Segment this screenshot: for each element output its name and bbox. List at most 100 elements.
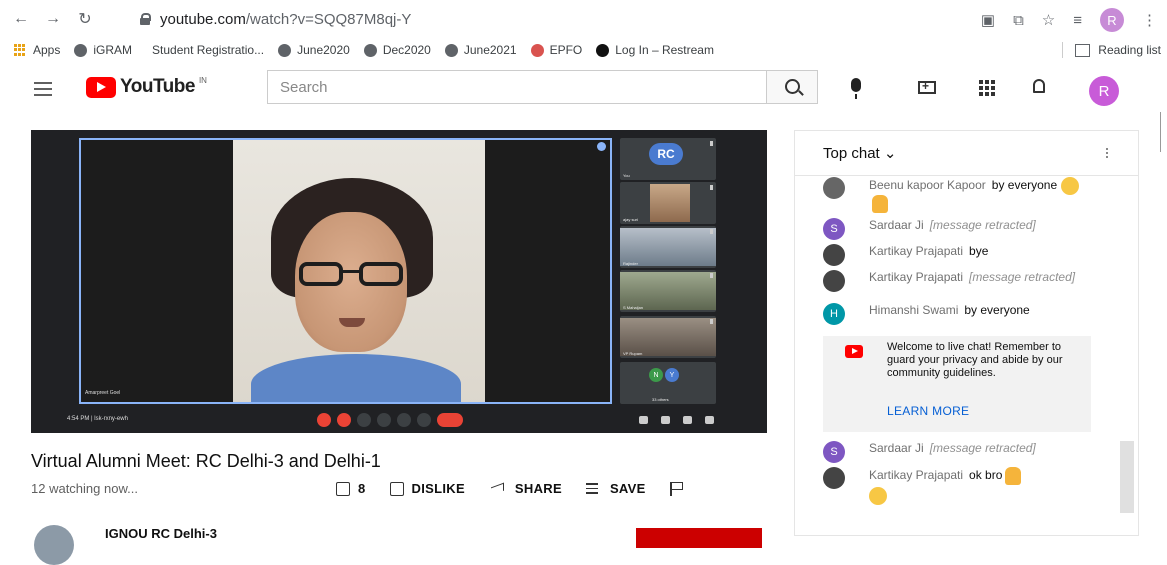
user-avatar <box>823 177 845 199</box>
like-button[interactable]: 8 <box>336 481 366 496</box>
video-title: Virtual Alumni Meet: RC Delhi-3 and Delh… <box>31 451 381 471</box>
more-options-button[interactable] <box>417 413 431 427</box>
chat-message: S Sardaar Ji [message retracted] <box>823 218 1093 240</box>
info-icon[interactable] <box>639 416 648 424</box>
reading-list-icon <box>1075 43 1091 57</box>
bookmark-student-registration[interactable]: Student Registratio... <box>152 43 264 57</box>
channel-avatar[interactable] <box>34 525 74 565</box>
participant-tile: S Mahaijan <box>620 270 716 312</box>
participant-tile: ajay suri <box>620 182 716 224</box>
epfo-icon <box>530 43 544 57</box>
microphone-icon[interactable] <box>851 78 861 99</box>
top-chat-dropdown[interactable]: Top chat ⌄ <box>823 144 896 162</box>
user-avatar <box>823 467 845 489</box>
globe-icon <box>444 43 458 57</box>
chat-message: Kartikay Prajapati [message retracted] <box>823 270 1093 292</box>
subscribe-button[interactable] <box>636 528 762 548</box>
bookmarks-bar: Apps iGRAM Student Registratio... June20… <box>0 38 1167 63</box>
youtube-icon <box>845 345 863 358</box>
bookmark-june2020[interactable]: June2020 <box>278 43 350 57</box>
bookmark-epfo[interactable]: EPFO <box>530 43 582 57</box>
reading-list[interactable]: Reading list <box>1062 42 1161 58</box>
video-actions: 8 DISLIKE SHARE SAVE <box>336 481 704 496</box>
cast-icon[interactable]: ▣ <box>981 11 995 29</box>
playlist-icon[interactable]: ≡ <box>1073 12 1082 29</box>
main-participant-name: Amarpreet Goel <box>85 390 121 396</box>
chevron-down-icon: ⌄ <box>883 145 897 162</box>
dislike-button[interactable]: DISLIKE <box>389 481 465 496</box>
forward-arrow-icon[interactable]: → <box>42 8 64 30</box>
bookmark-igram[interactable]: iGRAM <box>74 43 132 57</box>
menu-icon[interactable] <box>34 82 52 96</box>
camera-off-button[interactable] <box>337 413 351 427</box>
user-avatar: S <box>823 218 845 240</box>
watching-count: 12 watching now... <box>31 481 138 496</box>
search-button[interactable] <box>766 70 818 104</box>
flag-icon <box>669 481 683 496</box>
report-button[interactable] <box>669 481 683 496</box>
globe-icon <box>278 43 292 57</box>
browser-toolbar: ← → ↻ youtube.com/watch?v=SQQ87M8qj-Y ▣ … <box>0 0 1167 38</box>
learn-more-link[interactable]: LEARN MORE <box>887 404 969 418</box>
url-path: /watch?v=SQQ87M8qj-Y <box>245 10 412 28</box>
share-button[interactable]: SHARE <box>489 481 562 496</box>
chat-scrollbar[interactable] <box>1120 441 1134 513</box>
thumbs-up-emoji <box>1005 467 1022 485</box>
present-button[interactable] <box>397 413 411 427</box>
chat-message: H Himanshi Swami by everyone <box>823 303 1093 325</box>
notifications-bell-icon[interactable] <box>1033 79 1045 93</box>
apps-icon[interactable] <box>979 80 995 96</box>
bookmark-june2021[interactable]: June2021 <box>444 43 517 57</box>
captions-button[interactable] <box>357 413 371 427</box>
channel-row: IGNOU RC Delhi-3 <box>31 523 771 565</box>
address-bar[interactable]: youtube.com/watch?v=SQQ87M8qj-Y <box>140 6 411 32</box>
channel-name[interactable]: IGNOU RC Delhi-3 <box>105 526 217 541</box>
browser-profile-avatar[interactable]: R <box>1100 8 1124 32</box>
back-arrow-icon[interactable]: ← <box>10 8 32 30</box>
account-avatar[interactable]: R <box>1089 76 1119 106</box>
bookmark-restream[interactable]: Log In – Restream <box>596 43 714 57</box>
participant-tile-others: N Y 33 others <box>620 362 716 404</box>
reload-icon[interactable]: ↻ <box>74 8 96 30</box>
chat-message: S Sardaar Ji [message retracted] <box>823 441 1093 463</box>
mic-icon <box>710 141 713 146</box>
raise-hand-button[interactable] <box>377 413 391 427</box>
mic-off-button[interactable] <box>317 413 331 427</box>
globe-icon <box>74 43 88 57</box>
bookmark-dec2020[interactable]: Dec2020 <box>363 43 431 57</box>
lock-icon <box>140 13 151 25</box>
chat-message: Beenu kapoor Kapoor by everyone <box>823 177 1093 213</box>
youtube-logo[interactable]: YouTube IN <box>86 76 207 98</box>
user-avatar: H <box>823 303 845 325</box>
apps-grid-icon <box>14 43 27 57</box>
search-icon <box>785 79 800 94</box>
save-button[interactable]: SAVE <box>585 481 646 496</box>
search-input[interactable]: Search <box>267 70 766 104</box>
folded-hands-emoji <box>872 195 888 213</box>
pin-icon <box>597 142 606 151</box>
youtube-header: YouTube IN Search R <box>0 62 1167 114</box>
chat-message: Kartikay Prajapati bye <box>823 244 1093 266</box>
participant-avatar: RC <box>649 143 683 165</box>
chat-icon[interactable] <box>683 416 692 424</box>
people-icon[interactable] <box>661 416 670 424</box>
leave-call-button[interactable] <box>437 413 463 427</box>
mic-icon <box>710 319 713 324</box>
activities-icon[interactable] <box>705 416 714 424</box>
welcome-notice: Welcome to live chat! Remember to guard … <box>823 336 1091 432</box>
share-icon[interactable]: ⧉ <box>1013 12 1024 29</box>
bookmark-apps[interactable]: Apps <box>14 43 60 57</box>
chat-menu-icon[interactable] <box>1106 148 1108 158</box>
browser-menu-icon[interactable]: ⋮ <box>1142 11 1157 29</box>
youtube-play-icon <box>86 76 116 98</box>
participant-tile: VP Rupam <box>620 316 716 358</box>
video-player[interactable]: Amarpreet Goel RC You ajay suri Rajinder… <box>31 130 767 433</box>
meeting-time: 4:54 PM | lsk-rxny-ewh <box>67 416 128 422</box>
share-arrow-icon <box>489 482 507 496</box>
restream-icon <box>596 43 610 57</box>
main-speaker-tile: Amarpreet Goel <box>79 138 612 404</box>
star-icon[interactable]: ☆ <box>1042 11 1055 29</box>
page-scrollbar[interactable] <box>1160 112 1167 152</box>
user-avatar <box>823 270 845 292</box>
create-video-icon[interactable] <box>918 79 936 94</box>
